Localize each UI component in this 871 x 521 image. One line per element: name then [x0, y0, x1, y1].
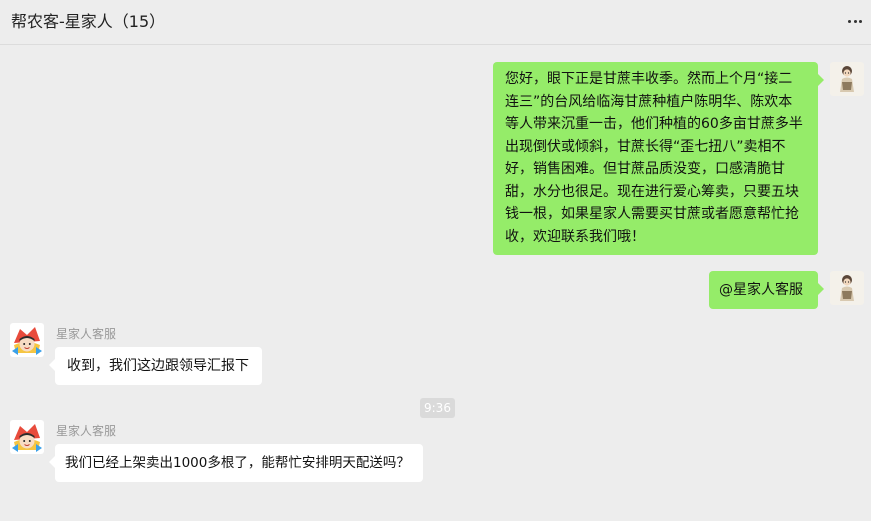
- message-line: 等人带来沉重一击，他们种植的60多亩甘蔗多半: [505, 116, 803, 132]
- customer-service-avatar[interactable]: [10, 420, 44, 454]
- message-line: 甜，水分也很足。现在进行爱心筹卖，只要五块: [505, 183, 799, 200]
- message-bubble-question[interactable]: 我们已经上架卖出1000多根了，能帮忙安排明天配送吗？: [49, 444, 423, 482]
- sender-name: 星家人客服: [56, 424, 117, 438]
- sender-name: 星家人客服: [56, 327, 117, 341]
- chat-title: 帮农客-星家人（15）: [11, 12, 166, 31]
- message-line: 钱一根，如果星家人需要买甘蔗或者愿意帮忙抢: [505, 206, 799, 222]
- message-line: 好，销售困难。但甘蔗品质没变，口感清脆甘: [505, 161, 785, 177]
- chat-header: 帮农客-星家人（15）: [0, 0, 871, 45]
- chat-window: 帮农客-星家人（15） 您好，眼下正是甘蔗丰收季。然而上个月“接二 连三”的台风…: [0, 0, 871, 521]
- message-bubble-reply[interactable]: 收到，我们这边跟领导汇报下: [49, 347, 262, 385]
- my-avatar[interactable]: [830, 271, 864, 305]
- more-options-icon[interactable]: [845, 11, 865, 31]
- customer-service-avatar[interactable]: [10, 323, 44, 357]
- message-bubble-mention[interactable]: @星家人客服: [709, 271, 824, 309]
- timestamp: 9:36: [420, 398, 455, 418]
- message-line: 收，欢迎联系我们哦！: [505, 228, 645, 245]
- message-line: 您好，眼下正是甘蔗丰收季。然而上个月“接二: [505, 71, 793, 87]
- my-avatar[interactable]: [830, 62, 864, 96]
- message-line: 出现倒伏或倾斜，甘蔗长得“歪七扭八”卖相不: [505, 138, 786, 155]
- message-line: 连三”的台风给临海甘蔗种植户陈明华、陈欢本: [505, 93, 793, 110]
- message-bubble-long[interactable]: 您好，眼下正是甘蔗丰收季。然而上个月“接二 连三”的台风给临海甘蔗种植户陈明华、…: [493, 62, 824, 255]
